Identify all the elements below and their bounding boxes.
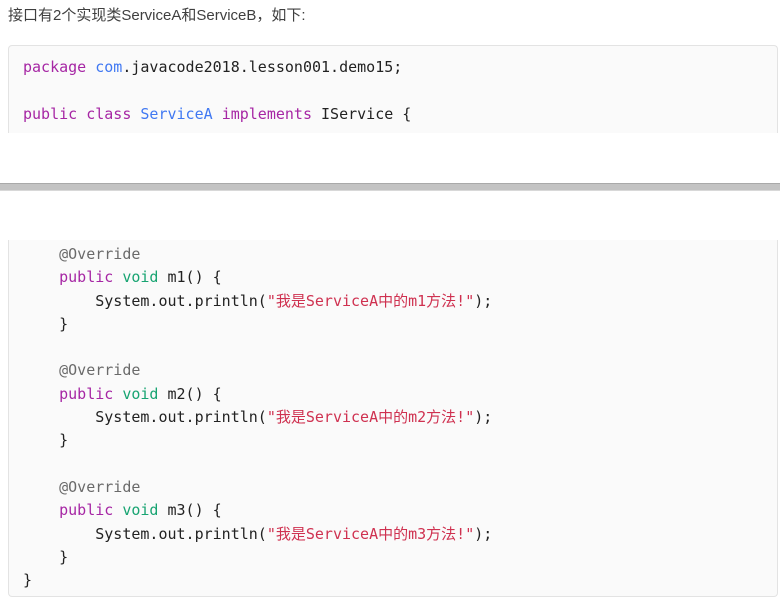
code-line: } [23,569,763,592]
code-line: public class ServiceA implements IServic… [23,103,763,126]
code-line [23,79,763,102]
code-line: System.out.println("我是ServiceA中的m2方法!"); [23,406,763,429]
article-page: 接口有2个实现类ServiceA和ServiceB，如下: package co… [0,0,780,602]
code-line: System.out.println("我是ServiceA中的m3方法!"); [23,523,763,546]
code-line: public void m3() { [23,499,763,522]
code-line: public void m2() { [23,383,763,406]
code-line: } [23,546,763,569]
code-line: } [23,313,763,336]
code-line: System.out.println("我是ServiceA中的m1方法!"); [23,290,763,313]
horizontal-scrollbar[interactable] [0,183,780,191]
code-line [23,453,763,476]
code-line [23,336,763,359]
code-block-servicea-declaration: package com.javacode2018.lesson001.demo1… [8,45,778,133]
intro-paragraph: 接口有2个实现类ServiceA和ServiceB，如下: [8,6,306,26]
code-line: public void m1() { [23,266,763,289]
code-line: @Override [23,476,763,499]
code-line: @Override [23,243,763,266]
code-line: } [23,429,763,452]
code-line: package com.javacode2018.lesson001.demo1… [23,56,763,79]
code-line: @Override [23,359,763,382]
code-block-servicea-methods: @Override public void m1() { System.out.… [8,240,778,597]
